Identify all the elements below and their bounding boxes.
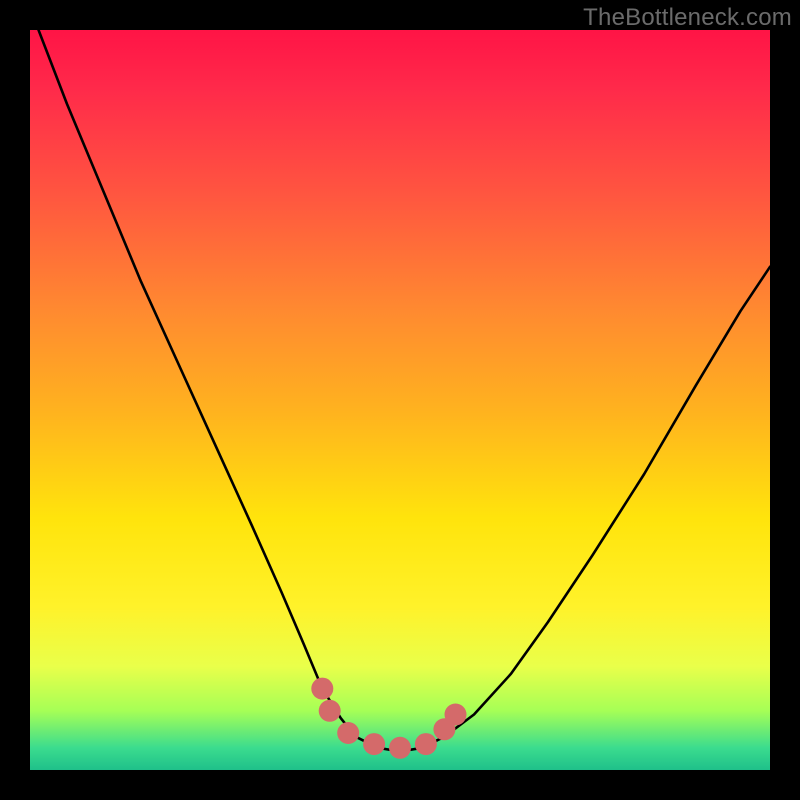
marker-dot [415, 733, 437, 755]
curve-path [30, 30, 770, 752]
watermark-text: TheBottleneck.com [583, 4, 792, 32]
marker-dot [363, 733, 385, 755]
marker-dot [445, 704, 467, 726]
marker-dot [389, 737, 411, 759]
chart-frame: TheBottleneck.com [0, 0, 800, 800]
marker-dot [319, 700, 341, 722]
marker-dot [311, 678, 333, 700]
marker-dot [433, 718, 455, 740]
plot-area [30, 30, 770, 770]
bottleneck-curve [30, 30, 770, 770]
marker-dots [311, 678, 466, 759]
marker-dot [337, 722, 359, 744]
